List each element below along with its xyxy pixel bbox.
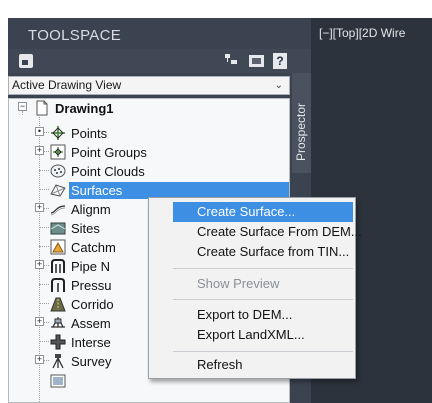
menu-item-create-surface-from-dem[interactable]: Create Surface From DEM... xyxy=(197,222,362,242)
point-clouds-icon xyxy=(50,164,66,178)
menu-item-create-surface[interactable]: Create Surface... xyxy=(173,202,353,222)
tree-connector xyxy=(39,227,49,228)
tree-connector xyxy=(22,111,23,115)
points-icon xyxy=(51,126,65,140)
context-menu: Create Surface... Create Surface From DE… xyxy=(148,197,362,379)
view-frame-icon xyxy=(50,374,66,388)
drawing-view-select-value: Active Drawing View xyxy=(12,78,122,92)
corridors-icon xyxy=(50,297,66,312)
tree-item-label: Point Groups xyxy=(71,145,147,160)
menu-item-create-surface-from-tin[interactable]: Create Surface from TIN... xyxy=(197,242,349,262)
menu-separator xyxy=(173,299,353,300)
tree-item-label: Assem xyxy=(71,316,111,331)
toolspace-toolbar: ? xyxy=(8,49,311,73)
expand-toggle[interactable]: + xyxy=(35,260,44,269)
expand-toggle[interactable]: + xyxy=(35,203,44,212)
surfaces-icon xyxy=(50,184,66,197)
help-icon[interactable]: ? xyxy=(273,53,287,69)
tree-connector xyxy=(39,284,49,285)
intersections-icon xyxy=(50,334,66,350)
tab-prospector-label: Prospector xyxy=(294,102,308,161)
tree-item-label: Point Clouds xyxy=(71,164,145,179)
tree-item-label: Alignm xyxy=(71,202,111,217)
tree-item-label: Catchm xyxy=(71,240,116,255)
tree-item-label: Surfaces xyxy=(71,183,123,198)
drawing-view-select[interactable]: Active Drawing View ⌄ xyxy=(8,76,290,95)
tree-view-icon[interactable] xyxy=(225,54,239,68)
expand-toggle[interactable]: + xyxy=(35,355,44,364)
tree-connector xyxy=(39,246,49,247)
tree-item-label: Drawing1 xyxy=(55,101,114,116)
tree-connector xyxy=(39,189,49,190)
point-groups-icon xyxy=(50,144,66,160)
expand-toggle[interactable]: + xyxy=(35,146,44,155)
tree-item-label: Pipe N xyxy=(71,259,111,274)
survey-icon xyxy=(52,354,64,369)
tree-item-label: Points xyxy=(71,126,108,141)
menu-item-export-to-dem[interactable]: Export to DEM... xyxy=(197,305,292,325)
collapse-toggle[interactable]: − xyxy=(18,102,27,111)
assemblies-icon xyxy=(51,317,65,328)
tree-item-label: Interse xyxy=(71,335,111,350)
menu-item-refresh[interactable]: Refresh xyxy=(197,355,243,375)
catchments-icon xyxy=(50,239,66,255)
pipe-networks-icon xyxy=(51,259,65,273)
toolspace-title: TOOLSPACE xyxy=(28,27,122,44)
toolspace-menu-icon[interactable] xyxy=(19,54,33,68)
viewport-controls-label[interactable]: [−][Top][2D Wire xyxy=(319,26,405,40)
menu-item-label: Create Surface... xyxy=(197,204,296,219)
menu-item-show-preview: Show Preview xyxy=(197,276,280,291)
tree-item-label: Survey xyxy=(71,354,112,369)
tree-item-label: Pressu xyxy=(71,278,112,293)
expand-toggle[interactable]: • xyxy=(35,127,44,136)
expand-toggle[interactable]: + xyxy=(35,317,44,326)
tree-item-label: Corrido xyxy=(71,297,114,312)
sites-icon xyxy=(50,222,66,235)
menu-item-export-landxml[interactable]: Export LandXML... xyxy=(197,325,305,345)
chevron-down-icon[interactable]: ⌄ xyxy=(275,77,283,94)
tree-connector xyxy=(39,341,49,342)
alignments-icon xyxy=(50,205,66,216)
tab-prospector[interactable]: Prospector xyxy=(292,73,311,173)
drawing-icon xyxy=(36,100,48,116)
menu-separator xyxy=(173,268,353,269)
tree-item-label: Sites xyxy=(71,221,100,236)
item-view-icon[interactable] xyxy=(249,55,264,67)
pressure-networks-icon xyxy=(51,278,65,292)
tree-connector xyxy=(39,170,49,171)
tree-connector xyxy=(39,303,49,304)
menu-separator xyxy=(173,351,353,352)
